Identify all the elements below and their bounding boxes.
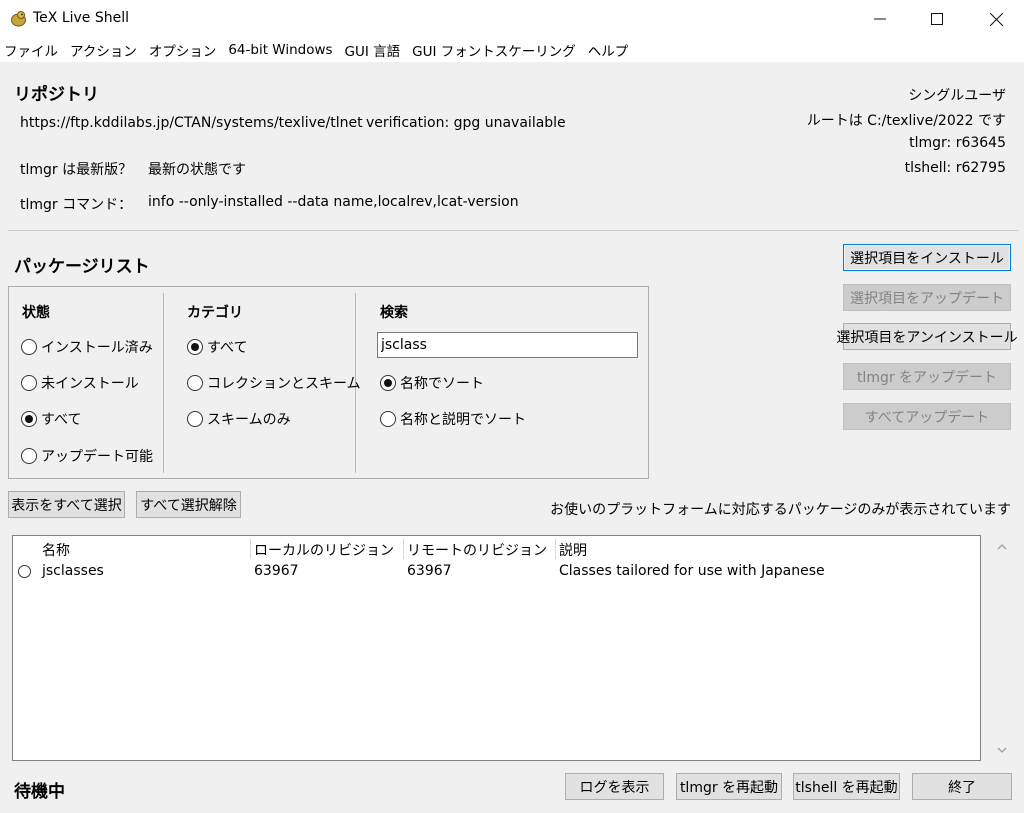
sort-by-name-radio[interactable]: 名称でソート — [380, 373, 484, 393]
radio-label: 未インストール — [41, 376, 139, 392]
title-bar: TeX Live Shell — [0, 0, 1024, 38]
column-separator — [555, 539, 556, 559]
column-separator — [403, 539, 404, 559]
sort-by-name-description-radio[interactable]: 名称と説明でソート — [380, 409, 526, 429]
menu-actions[interactable]: アクション — [70, 40, 137, 60]
radio-label: 名称でソート — [400, 376, 484, 392]
install-selected-button[interactable]: 選択項目をインストール — [843, 244, 1011, 271]
radio-circle-selected — [187, 339, 203, 355]
update-all-button[interactable]: すべてアップデート — [843, 403, 1011, 430]
search-title: 検索 — [380, 305, 408, 321]
filter-separator-1 — [163, 293, 164, 473]
column-header-remote-revision[interactable]: リモートのリビジョン — [407, 540, 547, 560]
radio-circle — [21, 375, 37, 391]
tlmgr-revision: tlmgr: r63645 — [909, 135, 1006, 151]
tlmgr-command-label: tlmgr コマンド： — [20, 197, 133, 213]
quit-button[interactable]: 終了 — [912, 773, 1012, 800]
root-path: ルートは C:/texlive/2022 です — [806, 113, 1006, 129]
scroll-down-arrow[interactable] — [993, 741, 1011, 759]
package-name: jsclasses — [42, 563, 104, 579]
local-revision: 63967 — [254, 563, 299, 579]
search-input[interactable] — [377, 332, 638, 358]
uninstall-selected-button[interactable]: 選択項目をアンインストール — [836, 323, 1018, 350]
update-tlmgr-button[interactable]: tlmgr をアップデート — [843, 363, 1011, 390]
status-installed-radio[interactable]: インストール済み — [21, 337, 153, 357]
radio-circle — [21, 339, 37, 355]
menu-bar: ファイル アクション オプション 64-bit Windows GUI 言語 G… — [0, 38, 1024, 62]
radio-label: 名称と説明でソート — [400, 412, 526, 428]
restart-tlmgr-button[interactable]: tlmgr を再起動 — [676, 773, 782, 800]
status-not-installed-radio[interactable]: 未インストール — [21, 373, 139, 393]
status-text: 待機中 — [14, 782, 65, 802]
close-button[interactable] — [966, 0, 1024, 38]
package-description: Classes tailored for use with Japanese — [559, 563, 825, 579]
tlshell-revision: tlshell: r62795 — [904, 160, 1006, 176]
category-schemes-only-radio[interactable]: スキームのみ — [187, 409, 291, 429]
repository-heading: リポジトリ — [14, 85, 99, 105]
radio-label: コレクションとスキーム — [207, 376, 361, 392]
radio-label: アップデート可能 — [41, 449, 153, 465]
category-collections-schemes-radio[interactable]: コレクションとスキーム — [187, 373, 361, 393]
user-mode: シングルユーザ — [908, 88, 1006, 104]
tlmgr-uptodate-value: 最新の状態です — [148, 162, 246, 178]
category-all-radio[interactable]: すべて — [187, 337, 247, 357]
show-log-button[interactable]: ログを表示 — [565, 773, 664, 800]
radio-circle-selected — [21, 411, 37, 427]
select-all-shown-button[interactable]: 表示をすべて選択 — [8, 491, 125, 518]
menu-help[interactable]: ヘルプ — [588, 40, 629, 60]
tlmgr-command-value: info --only-installed --data name,localr… — [148, 194, 519, 210]
column-header-local-revision[interactable]: ローカルのリビジョン — [254, 540, 394, 560]
package-list[interactable]: 名称 ローカルのリビジョン リモートのリビジョン 説明 jsclasses 63… — [12, 535, 981, 761]
column-header-description[interactable]: 説明 — [559, 540, 587, 560]
tex-live-app-icon — [10, 10, 27, 27]
radio-circle-selected — [380, 375, 396, 391]
status-updatable-radio[interactable]: アップデート可能 — [21, 446, 153, 466]
menu-file[interactable]: ファイル — [4, 40, 58, 60]
radio-label: スキームのみ — [207, 412, 291, 428]
maximize-button[interactable] — [907, 0, 967, 38]
menu-gui-language[interactable]: GUI 言語 — [345, 40, 401, 60]
radio-circle — [380, 411, 396, 427]
repository-url: https://ftp.kddilabs.jp/CTAN/systems/tex… — [20, 115, 363, 131]
radio-label: すべて — [207, 340, 248, 356]
window-title: TeX Live Shell — [33, 10, 130, 26]
tlmgr-uptodate-label: tlmgr は最新版？ — [20, 162, 133, 178]
menu-64bit-windows[interactable]: 64-bit Windows — [228, 42, 332, 58]
verification-status: verification: gpg unavailable — [366, 115, 566, 131]
package-list-heading: パッケージリスト — [14, 257, 150, 277]
radio-circle — [21, 448, 37, 464]
platform-note: お使いのプラットフォームに対応するパッケージのみが表示されています — [550, 502, 1011, 518]
radio-label: すべて — [41, 412, 82, 428]
deselect-all-button[interactable]: すべて選択解除 — [136, 491, 241, 518]
radio-circle — [187, 411, 203, 427]
update-selected-button[interactable]: 選択項目をアップデート — [843, 284, 1011, 311]
menu-gui-font-scaling[interactable]: GUI フォントスケーリング — [412, 40, 576, 60]
minimize-button[interactable] — [850, 0, 910, 38]
column-header-name[interactable]: 名称 — [42, 540, 70, 560]
column-separator — [250, 539, 251, 559]
radio-circle — [187, 375, 203, 391]
remote-revision: 63967 — [407, 563, 452, 579]
status-title: 状態 — [22, 305, 50, 321]
menu-options[interactable]: オプション — [149, 40, 217, 60]
radio-label: インストール済み — [41, 340, 153, 356]
scroll-up-arrow[interactable] — [993, 538, 1011, 556]
category-title: カテゴリ — [187, 305, 243, 321]
row-select-radio[interactable] — [18, 565, 31, 578]
section-divider — [8, 230, 1018, 231]
status-all-radio[interactable]: すべて — [21, 409, 81, 429]
restart-tlshell-button[interactable]: tlshell を再起動 — [793, 773, 900, 800]
